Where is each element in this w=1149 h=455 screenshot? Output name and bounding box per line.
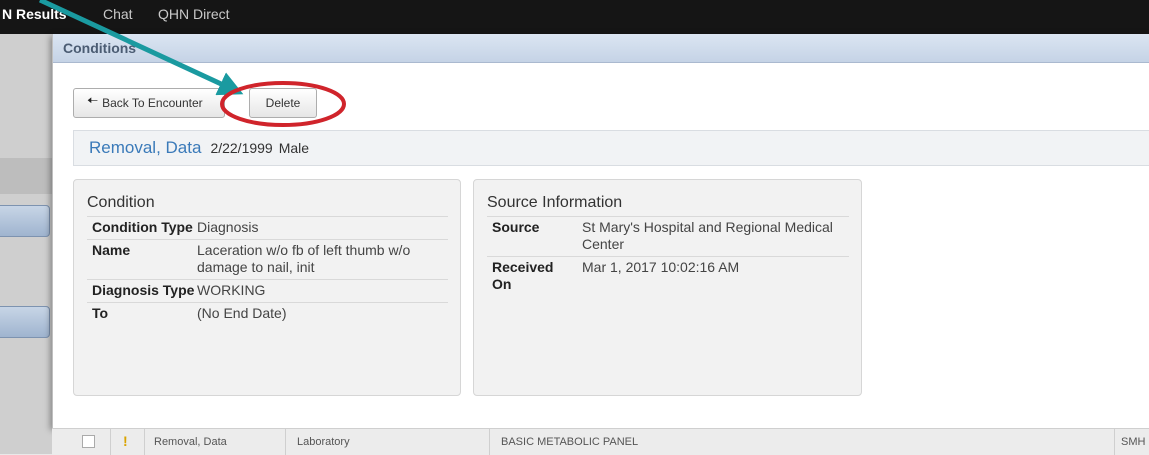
patient-sex: Male: [278, 140, 310, 156]
left-background-panel: [0, 34, 52, 454]
row-value: (No End Date): [197, 305, 287, 321]
source-row: Received On Mar 1, 2017 10:02:16 AM: [487, 256, 849, 296]
row-label: Diagnosis Type: [92, 282, 195, 298]
row-category: Laboratory: [297, 436, 350, 448]
condition-row: Condition Type Diagnosis: [87, 216, 448, 239]
column-divider: [489, 429, 490, 455]
row-value: St Mary's Hospital and Regional Medical …: [582, 219, 833, 252]
source-heading: Source Information: [487, 194, 623, 211]
row-label: Condition Type: [92, 219, 193, 235]
row-label: To: [92, 305, 109, 321]
row-value: Diagnosis: [197, 219, 259, 235]
back-button-label: Back To Encounter: [102, 96, 203, 110]
column-divider: [1114, 429, 1115, 455]
condition-row: Name Laceration w/o fb of left thumb w/o…: [87, 239, 448, 279]
nav-chat[interactable]: Chat: [103, 6, 133, 22]
patient-name-link[interactable]: Removal, Data: [89, 138, 201, 158]
warning-icon: !: [123, 433, 128, 449]
row-patient: Removal, Data: [154, 436, 227, 448]
column-divider: [144, 429, 145, 455]
row-checkbox[interactable]: [82, 435, 95, 448]
row-value: WORKING: [197, 282, 266, 298]
row-label: Received On: [492, 259, 554, 292]
source-information-panel: Source Information Source St Mary's Hosp…: [473, 179, 862, 396]
row-source: SMH: [1121, 436, 1146, 448]
dialog-title: Conditions: [63, 40, 137, 56]
background-table-row: ! Removal, Data Laboratory BASIC METABOL…: [52, 428, 1149, 455]
row-value: Laceration w/o fb of left thumb w/o dama…: [197, 242, 411, 275]
delete-button[interactable]: Delete: [249, 88, 317, 118]
row-label: Name: [92, 242, 131, 258]
top-nav-bar: N Results Chat QHN Direct: [0, 0, 1149, 34]
condition-row: Diagnosis Type WORKING: [87, 279, 448, 302]
nav-results[interactable]: N Results: [2, 6, 67, 22]
nav-qhn-direct[interactable]: QHN Direct: [158, 6, 230, 22]
column-divider: [110, 429, 111, 455]
condition-panel: Condition Condition Type Diagnosis Name …: [73, 179, 461, 396]
row-test: BASIC METABOLIC PANEL: [501, 436, 639, 448]
source-row: Source St Mary's Hospital and Regional M…: [487, 216, 849, 256]
left-button-2[interactable]: [0, 306, 50, 338]
arrow-left-icon: 🠠: [87, 93, 99, 108]
dialog-header: Conditions: [53, 34, 1149, 63]
left-band: [0, 158, 52, 194]
column-divider: [285, 429, 286, 455]
patient-dob: 2/22/1999: [210, 140, 273, 156]
patient-banner: Removal, Data 2/22/1999 Male: [73, 130, 1149, 166]
left-button-1[interactable]: [0, 205, 50, 237]
delete-button-label: Delete: [265, 96, 301, 110]
condition-heading: Condition: [87, 194, 155, 211]
row-value: Mar 1, 2017 10:02:16 AM: [582, 259, 740, 275]
back-to-encounter-button[interactable]: 🠠 Back To Encounter: [73, 88, 225, 118]
condition-row: To (No End Date): [87, 302, 448, 325]
conditions-dialog: Conditions 🠠 Back To Encounter Delete Re…: [52, 34, 1149, 428]
row-label: Source: [492, 219, 540, 235]
